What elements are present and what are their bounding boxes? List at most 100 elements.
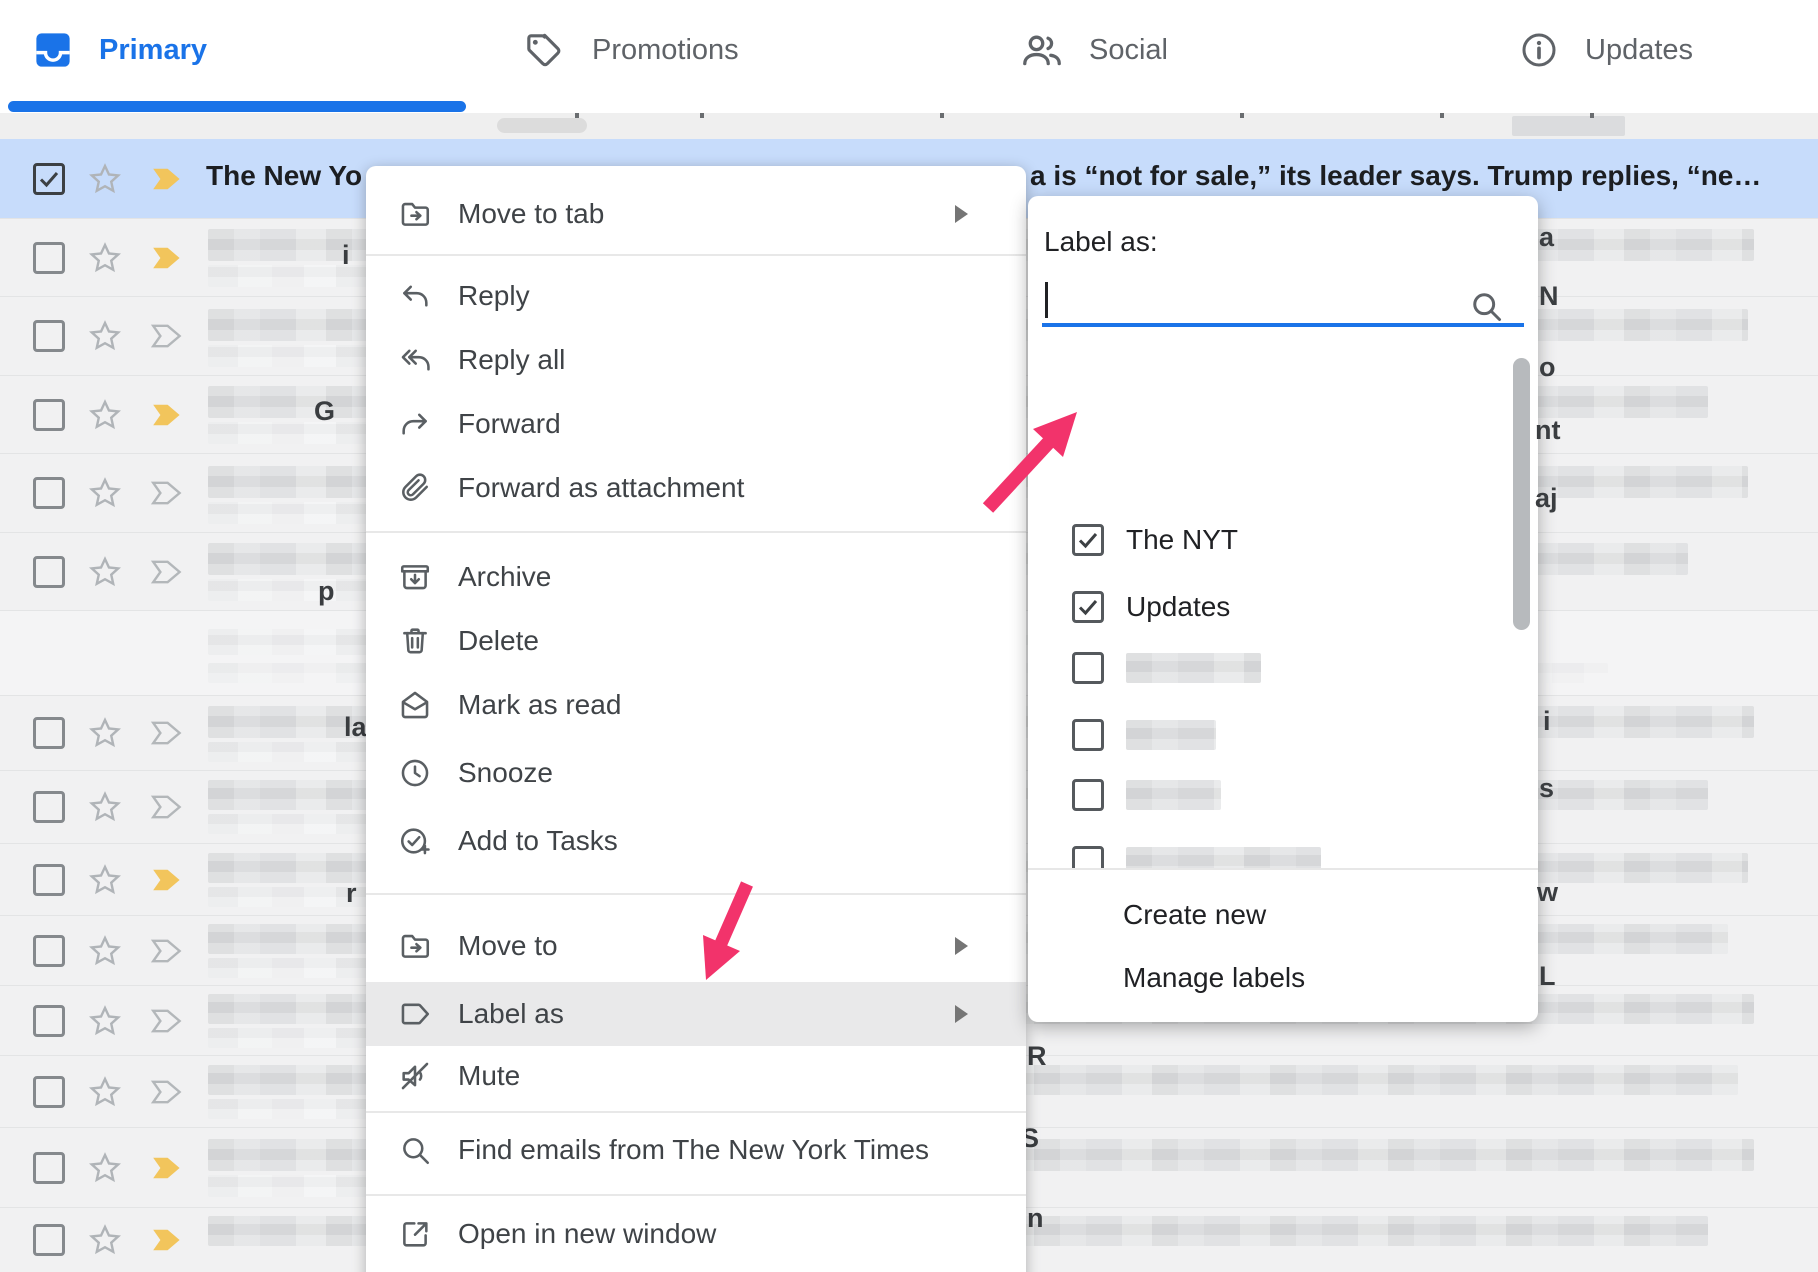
reply-all-icon	[398, 343, 432, 377]
inbox-icon	[32, 29, 74, 71]
menu-item-reply[interactable]: Reply	[366, 264, 1026, 328]
row-checkbox[interactable]	[33, 477, 65, 509]
tab-promotions[interactable]: Promotions	[522, 0, 739, 100]
star-icon[interactable]	[88, 319, 122, 353]
label-option-blurred[interactable]	[1028, 767, 1538, 823]
star-icon[interactable]	[88, 863, 122, 897]
checkbox-unchecked[interactable]	[1072, 719, 1104, 751]
manage-labels-button[interactable]: Manage labels	[1123, 953, 1503, 1003]
menu-item-label-as[interactable]: Label as	[366, 982, 1026, 1046]
checkbox-checked[interactable]	[1072, 591, 1104, 623]
row-checkbox[interactable]	[33, 1076, 65, 1108]
tab-label: Social	[1089, 34, 1168, 67]
menu-item-move-to-tab[interactable]: Move to tab	[366, 182, 1026, 246]
importance-marker-icon[interactable]	[150, 868, 184, 892]
star-icon[interactable]	[88, 1075, 122, 1109]
search-icon	[1468, 288, 1504, 324]
row-checkbox[interactable]	[33, 556, 65, 588]
text-fragment: G	[314, 396, 335, 427]
importance-marker-icon[interactable]	[150, 324, 184, 348]
text-fragment: N	[1539, 281, 1559, 312]
importance-marker-icon[interactable]	[150, 939, 184, 963]
tab-label: Updates	[1585, 34, 1693, 67]
label-option-the-nyt[interactable]: The NYT	[1028, 512, 1538, 568]
menu-item-archive[interactable]: Archive	[366, 545, 1026, 609]
menu-item-move-to[interactable]: Move to	[366, 914, 1026, 978]
text-fragment: i	[1543, 706, 1551, 737]
clock-icon	[398, 756, 432, 790]
importance-marker-icon[interactable]	[150, 721, 184, 745]
scrollbar-thumb[interactable]	[1513, 358, 1530, 630]
star-icon[interactable]	[88, 476, 122, 510]
importance-marker-icon[interactable]	[150, 403, 184, 427]
importance-marker-icon[interactable]	[150, 1080, 184, 1104]
create-new-button[interactable]: Create new	[1123, 890, 1503, 940]
gmail-inbox-screen: Primary Promotions Social	[0, 0, 1818, 1272]
text-fragment: aj	[1535, 483, 1558, 514]
row-checkbox[interactable]	[33, 864, 65, 896]
star-icon[interactable]	[88, 934, 122, 968]
star-icon[interactable]	[88, 1151, 122, 1185]
row-checkbox[interactable]	[33, 1005, 65, 1037]
menu-item-reply-all[interactable]: Reply all	[366, 328, 1026, 392]
star-icon[interactable]	[88, 1223, 122, 1257]
row-checkbox[interactable]	[33, 717, 65, 749]
star-icon[interactable]	[88, 790, 122, 824]
tab-social[interactable]: Social	[1020, 0, 1168, 100]
label-search-input[interactable]	[1042, 280, 1524, 322]
menu-item-open-in-new-window[interactable]: Open in new window	[366, 1202, 1026, 1266]
menu-divider	[366, 531, 1026, 533]
row-checkbox[interactable]	[33, 242, 65, 274]
row-checkbox[interactable]	[33, 320, 65, 352]
text-fragment: R	[1027, 1041, 1047, 1072]
menu-item-find-emails[interactable]: Find emails from The New York Times	[366, 1118, 1026, 1182]
menu-item-mute[interactable]: Mute	[366, 1044, 1026, 1108]
importance-marker-icon[interactable]	[150, 1156, 184, 1180]
checkbox-unchecked[interactable]	[1072, 846, 1104, 868]
reply-icon	[398, 279, 432, 313]
checkbox-unchecked[interactable]	[1072, 779, 1104, 811]
label-option-blurred[interactable]	[1028, 834, 1538, 868]
importance-marker-icon[interactable]	[150, 560, 184, 584]
menu-item-add-to-tasks[interactable]: Add to Tasks	[366, 809, 1026, 873]
menu-item-mark-as-read[interactable]: Mark as read	[366, 673, 1026, 737]
text-fragment: nt	[1535, 415, 1560, 446]
popup-divider	[1028, 868, 1538, 870]
label-option-blurred[interactable]	[1028, 707, 1538, 763]
star-icon[interactable]	[88, 716, 122, 750]
tab-primary[interactable]: Primary	[32, 0, 207, 100]
row-checkbox[interactable]	[33, 1152, 65, 1184]
label-as-title: Label as:	[1044, 226, 1158, 258]
label-list: The NYT Updates	[1028, 336, 1538, 868]
text-cursor	[1045, 282, 1048, 318]
star-icon[interactable]	[88, 1004, 122, 1038]
label-option-blurred[interactable]	[1028, 640, 1538, 696]
importance-marker-icon[interactable]	[150, 167, 184, 191]
star-icon[interactable]	[88, 241, 122, 275]
checkbox-unchecked[interactable]	[1072, 652, 1104, 684]
importance-marker-icon[interactable]	[150, 1009, 184, 1033]
open-envelope-icon	[398, 688, 432, 722]
submenu-arrow-icon	[955, 205, 968, 223]
row-checkbox[interactable]	[33, 1224, 65, 1256]
menu-item-forward[interactable]: Forward	[366, 392, 1026, 456]
menu-item-delete[interactable]: Delete	[366, 609, 1026, 673]
row-checkbox[interactable]	[33, 791, 65, 823]
row-checkbox[interactable]	[33, 399, 65, 431]
importance-marker-icon[interactable]	[150, 481, 184, 505]
menu-item-snooze[interactable]: Snooze	[366, 741, 1026, 805]
star-icon[interactable]	[88, 162, 122, 196]
archive-icon	[398, 560, 432, 594]
star-icon[interactable]	[88, 555, 122, 589]
star-icon[interactable]	[88, 398, 122, 432]
checkbox-checked[interactable]	[1072, 524, 1104, 556]
partial-email-row	[0, 113, 1818, 139]
menu-item-forward-as-attachment[interactable]: Forward as attachment	[366, 456, 1026, 520]
tab-updates[interactable]: Updates	[1519, 0, 1693, 100]
row-checkbox[interactable]	[33, 163, 65, 195]
importance-marker-icon[interactable]	[150, 246, 184, 270]
importance-marker-icon[interactable]	[150, 795, 184, 819]
row-checkbox[interactable]	[33, 935, 65, 967]
label-option-updates[interactable]: Updates	[1028, 579, 1538, 635]
importance-marker-icon[interactable]	[150, 1228, 184, 1252]
